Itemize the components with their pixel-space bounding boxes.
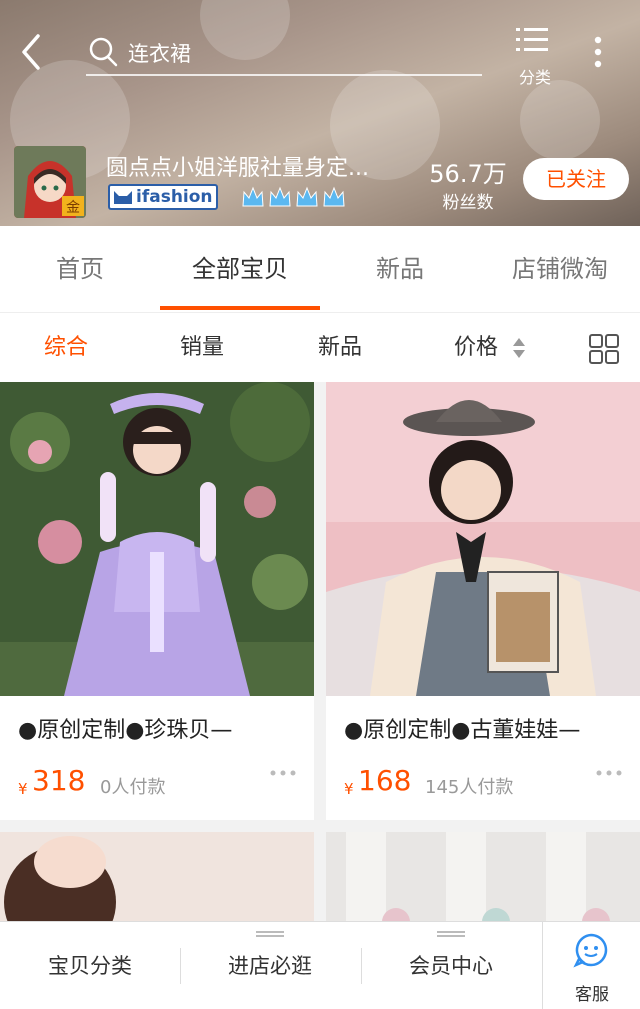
main-tab-bar: 首页 全部宝贝 新品 店铺微淘 — [0, 226, 640, 312]
submenu-handle-icon — [437, 931, 465, 937]
price-currency: ¥ — [344, 780, 354, 798]
product-photo-lavender-dress — [0, 382, 314, 696]
product-card[interactable]: ●原创定制●古董娃娃— ¥ 168 145人付款 — [326, 382, 640, 820]
shop-logo[interactable]: 金 — [14, 146, 86, 218]
product-sales: 145人付款 — [425, 777, 514, 798]
tab-new-items[interactable]: 新品 — [320, 226, 480, 312]
ifashion-badge: ifashion — [108, 184, 218, 210]
search-query-text: 连衣裙 — [128, 42, 191, 66]
more-vertical-icon — [594, 36, 602, 68]
search-input[interactable]: 连衣裙 — [86, 28, 482, 76]
shop-page: 连衣裙 分类 金 圆点点小姐洋服社量身定... ifashion 56.7万 粉… — [0, 0, 640, 1009]
back-arrow-icon — [22, 34, 40, 70]
grid-view-toggle[interactable] — [588, 333, 620, 365]
product-card[interactable]: ●原创定制●珍珠贝— ¥ 318 0人付款 — [0, 382, 314, 820]
chat-face-icon — [573, 933, 608, 968]
grid-icon — [589, 334, 619, 364]
list-icon — [516, 28, 548, 51]
customer-service-button[interactable]: 客服 — [542, 922, 640, 1009]
fans-count: 56.7万 — [429, 160, 507, 188]
product-price: 168 — [358, 764, 412, 797]
product-image[interactable] — [326, 382, 640, 696]
follow-button[interactable]: 已关注 — [523, 158, 629, 200]
product-sales: 0人付款 — [100, 777, 166, 798]
product-image[interactable] — [0, 382, 314, 696]
back-button[interactable] — [16, 30, 52, 74]
tab-all-items[interactable]: 全部宝贝 — [160, 226, 320, 312]
customer-service-label: 客服 — [575, 985, 609, 1005]
ifashion-cat-icon — [114, 191, 132, 204]
fans-label: 粉丝数 — [442, 193, 494, 213]
shop-name[interactable]: 圆点点小姐洋服社量身定... — [106, 150, 406, 182]
shop-avatar-illustration: 金 — [14, 146, 86, 218]
active-tab-indicator — [160, 306, 320, 310]
ifashion-label: ifashion — [136, 187, 213, 207]
sort-comprehensive[interactable]: 综合 — [44, 313, 88, 383]
bottom-nav-bar: 宝贝分类 进店必逛 会员中心 客服 — [0, 921, 640, 1009]
search-icon — [89, 37, 118, 67]
product-title[interactable]: ●原创定制●古董娃娃— — [344, 712, 634, 744]
more-dots-icon[interactable] — [270, 768, 296, 778]
more-options-button[interactable] — [584, 30, 612, 74]
sort-new[interactable]: 新品 — [318, 313, 362, 383]
category-button[interactable]: 分类 — [508, 24, 562, 87]
banner-bokeh — [520, 80, 600, 160]
bottom-item-categories[interactable]: 宝贝分类 — [0, 922, 180, 1009]
price-currency: ¥ — [18, 780, 28, 798]
sort-price[interactable]: 价格 — [454, 313, 498, 383]
sort-sales[interactable]: 销量 — [180, 313, 224, 383]
tab-shop-feed[interactable]: 店铺微淘 — [480, 226, 640, 312]
tab-home[interactable]: 首页 — [0, 226, 160, 312]
product-photo-grey-pinafore — [326, 382, 640, 696]
product-title[interactable]: ●原创定制●珍珠贝— — [18, 712, 308, 744]
more-dots-icon[interactable] — [596, 768, 622, 778]
gold-badge-text: 金 — [66, 200, 80, 216]
crown-rating-icon — [242, 186, 345, 207]
shop-header-banner: 连衣裙 分类 金 圆点点小姐洋服社量身定... ifashion 56.7万 粉… — [0, 0, 640, 226]
submenu-handle-icon — [256, 931, 284, 937]
product-price: 318 — [32, 764, 86, 797]
sort-bar: 综合 销量 新品 价格 — [0, 312, 640, 382]
sort-arrows-icon — [513, 338, 525, 358]
category-label: 分类 — [518, 68, 551, 87]
